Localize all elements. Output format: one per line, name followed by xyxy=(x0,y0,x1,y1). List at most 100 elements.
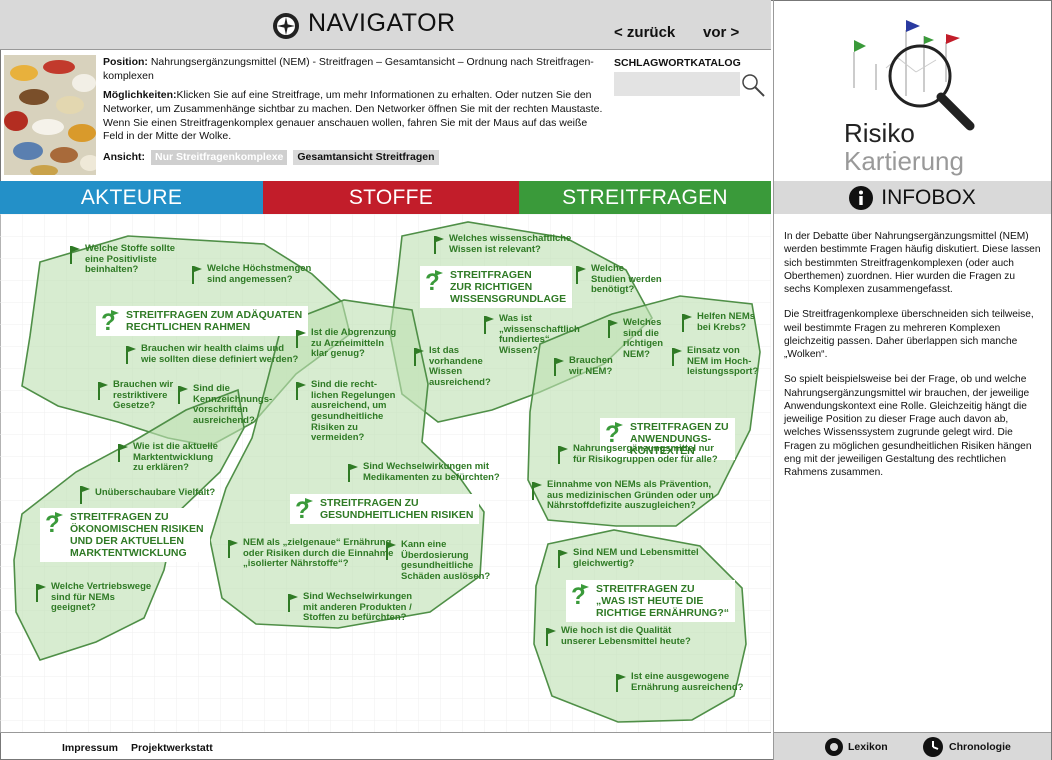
flag-icon xyxy=(434,236,444,254)
category-tabs: AKTEURE STOFFE STREITFRAGEN xyxy=(0,181,771,214)
question-item[interactable]: Nahrungsergänzungsmittel nur für Risikog… xyxy=(556,443,718,466)
question-text: Ist die Abgrenzung zu Arzneimitteln klar… xyxy=(311,327,397,360)
question-text: Nahrungsergänzungsmittel nur für Risikog… xyxy=(573,443,718,465)
flag-icon xyxy=(576,266,586,284)
question-item[interactable]: Einnahme von NEMs als Prävention, aus me… xyxy=(530,479,714,512)
keyword-search-input[interactable] xyxy=(614,72,740,96)
back-link[interactable]: < zurück xyxy=(614,24,675,41)
possibilities-label: Möglichkeiten: xyxy=(103,89,177,102)
question-item[interactable]: Ist das vorhandene Wissen ausreichend? xyxy=(412,345,491,389)
question-item[interactable]: Was ist „wissenschaftlich fundiertes“ Wi… xyxy=(482,313,580,357)
infobox-title: INFOBOX xyxy=(881,185,976,209)
heading-text: STREITFRAGEN ZU GESUNDHEITLICHEN RISIKEN xyxy=(320,497,474,522)
view-switch: Ansicht: Nur Streitfragenkomplexe Gesamt… xyxy=(103,149,608,166)
heading-text: STREITFRAGEN ZU „WAS IST HEUTE DIE RICHT… xyxy=(596,583,729,620)
question-item[interactable]: Sind Wechselwirkungen mit anderen Produk… xyxy=(286,591,413,624)
infobox-paragraph: So spielt beispielsweise bei der Frage, … xyxy=(784,374,1032,478)
question-icon: ? xyxy=(45,511,63,536)
question-item[interactable]: Welche Höchstmengen sind angemessen? xyxy=(190,263,312,286)
question-item[interactable]: Ist die Abgrenzung zu Arzneimitteln klar… xyxy=(294,327,397,360)
flag-icon xyxy=(288,594,298,612)
question-text: Welches sind die richtigen NEM? xyxy=(623,317,664,360)
question-item[interactable]: Wie hoch ist die Qualität unserer Lebens… xyxy=(544,625,691,648)
flag-icon xyxy=(296,382,306,400)
flag-icon xyxy=(70,246,80,264)
clock-icon[interactable] xyxy=(922,736,944,758)
question-item[interactable]: Einsatz von NEM im Hoch- leistungssport? xyxy=(670,345,758,378)
question-text: Welches wissenschaftliche Wissen ist rel… xyxy=(449,233,572,255)
flag-icon xyxy=(532,482,542,500)
question-text: Welche Studien werden benötigt? xyxy=(591,263,662,296)
question-text: Sind NEM und Lebensmittel gleichwertig? xyxy=(573,547,699,569)
complex-ernaehrung-heading[interactable]: ? STREITFRAGEN ZU „WAS IST HEUTE DIE RIC… xyxy=(566,580,735,623)
question-item[interactable]: Welche Vertriebswege sind für NEMs geeig… xyxy=(34,581,151,614)
question-item[interactable]: Brauchen wir health claims und wie sollt… xyxy=(124,343,298,366)
question-item[interactable]: Welche Studien werden benötigt? xyxy=(574,263,662,296)
brand-line1: Risiko xyxy=(844,118,915,148)
risikokartierung-logo: Risiko Kartierung xyxy=(844,20,975,176)
question-item[interactable]: Helfen NEMs bei Krebs? xyxy=(680,311,756,334)
question-text: Brauchen wir NEM? xyxy=(569,355,613,377)
question-item[interactable]: Sind die Kennzeichnungs- vorschriften au… xyxy=(176,383,272,427)
question-text: Ist eine ausgewogene Ernährung ausreiche… xyxy=(631,671,744,693)
question-item[interactable]: Welche Stoffe sollte eine Positivliste b… xyxy=(68,243,175,276)
complex-recht-heading[interactable]: ? STREITFRAGEN ZUM ADÄQUATEN RECHTLICHEN… xyxy=(96,306,309,337)
navigator-header: NAVIGATOR < zurück vor > xyxy=(0,0,771,50)
magnifier-icon[interactable] xyxy=(740,72,766,98)
tab-stoffe[interactable]: STOFFE xyxy=(263,181,519,214)
question-item[interactable]: Welches sind die richtigen NEM? xyxy=(606,317,664,361)
forward-link[interactable]: vor > xyxy=(703,24,739,41)
tab-streitfragen[interactable]: STREITFRAGEN xyxy=(519,181,771,214)
question-text: Welche Höchstmengen sind angemessen? xyxy=(207,263,312,285)
navigator-title: NAVIGATOR xyxy=(308,9,456,37)
question-item[interactable]: Sind NEM und Lebensmittel gleichwertig? xyxy=(556,547,699,570)
question-text: Helfen NEMs bei Krebs? xyxy=(697,311,756,333)
question-icon: ? xyxy=(295,497,313,522)
question-text: Sind die recht- lichen Regelungen ausrei… xyxy=(311,379,396,444)
flag-icon xyxy=(118,444,128,462)
impressum-link[interactable]: Impressum xyxy=(62,742,118,754)
view-option-complexes[interactable]: Nur Streitfragenkomplexe xyxy=(151,149,288,166)
flag-icon xyxy=(296,330,306,348)
brand-panel: Risiko Kartierung xyxy=(773,0,1051,181)
streitfragen-map: ? STREITFRAGEN ZUM ADÄQUATEN RECHTLICHEN… xyxy=(0,214,771,732)
question-item[interactable]: Welches wissenschaftliche Wissen ist rel… xyxy=(432,233,572,256)
complex-risiken-heading[interactable]: ? STREITFRAGEN ZU GESUNDHEITLICHEN RISIK… xyxy=(290,494,480,525)
position-label: Position: xyxy=(103,56,148,68)
chronologie-link[interactable]: Chronologie xyxy=(949,741,1011,753)
question-item[interactable]: Unüberschaubare Vielfalt? xyxy=(78,484,215,506)
tab-akteure[interactable]: AKTEURE xyxy=(0,181,263,214)
question-item[interactable]: Sind Wechselwirkungen mit Medikamenten z… xyxy=(346,461,500,484)
view-option-overview[interactable]: Gesamtansicht Streitfragen xyxy=(293,149,439,166)
heading-text: STREITFRAGEN ZU ÖKONOMISCHEN RISIKEN UND… xyxy=(70,511,204,560)
infobox-panel: In der Debatte über Nahrungsergänzungsmi… xyxy=(773,214,1051,732)
complex-wissen-heading[interactable]: ? STREITFRAGEN ZUR RICHTIGEN WISSENSGRUN… xyxy=(420,266,573,309)
flag-icon xyxy=(178,386,188,404)
flag-icon xyxy=(192,266,202,284)
question-item[interactable]: NEM als „zielgenaue“ Ernährung oder Risi… xyxy=(226,537,393,570)
question-item[interactable]: Brauchen wir NEM? xyxy=(552,355,613,378)
question-item[interactable]: Kann eine Überdosierung gesundheitliche … xyxy=(384,539,491,583)
infobox-paragraph: In der Debatte über Nahrungsergänzungsmi… xyxy=(784,231,1041,295)
question-item[interactable]: Ist eine ausgewogene Ernährung ausreiche… xyxy=(614,671,744,694)
projektwerkstatt-link[interactable]: Projektwerkstatt xyxy=(131,742,213,754)
flag-icon xyxy=(386,542,396,560)
question-item[interactable]: Wie ist die aktuelle Marktentwicklung zu… xyxy=(116,441,218,474)
question-item[interactable]: Sind die recht- lichen Regelungen ausrei… xyxy=(294,379,396,444)
brand-line2: Kartierung xyxy=(844,146,964,176)
question-icon: ? xyxy=(425,269,443,294)
question-text: Kann eine Überdosierung gesundheitliche … xyxy=(401,539,491,582)
supplement-pills-image xyxy=(4,55,96,175)
flag-icon xyxy=(558,446,568,464)
flag-icon xyxy=(348,464,358,482)
infobox-paragraph: Die Streitfragenkomplexe überschneiden s… xyxy=(784,309,1034,360)
heading-text: STREITFRAGEN ZUM ADÄQUATEN RECHTLICHEN R… xyxy=(126,309,303,334)
question-text: Sind Wechselwirkungen mit anderen Produk… xyxy=(303,591,413,624)
flag-icon xyxy=(554,358,564,376)
question-item[interactable]: Brauchen wir restriktivere Gesetze? xyxy=(96,379,173,412)
complex-markt-heading[interactable]: ? STREITFRAGEN ZU ÖKONOMISCHEN RISIKEN U… xyxy=(40,508,210,563)
possibilities-text: Klicken Sie auf eine Streitfrage, um meh… xyxy=(103,89,603,143)
lexikon-link[interactable]: Lexikon xyxy=(848,741,888,753)
question-text: Sind Wechselwirkungen mit Medikamenten z… xyxy=(363,461,500,483)
lexikon-icon[interactable] xyxy=(824,737,844,757)
